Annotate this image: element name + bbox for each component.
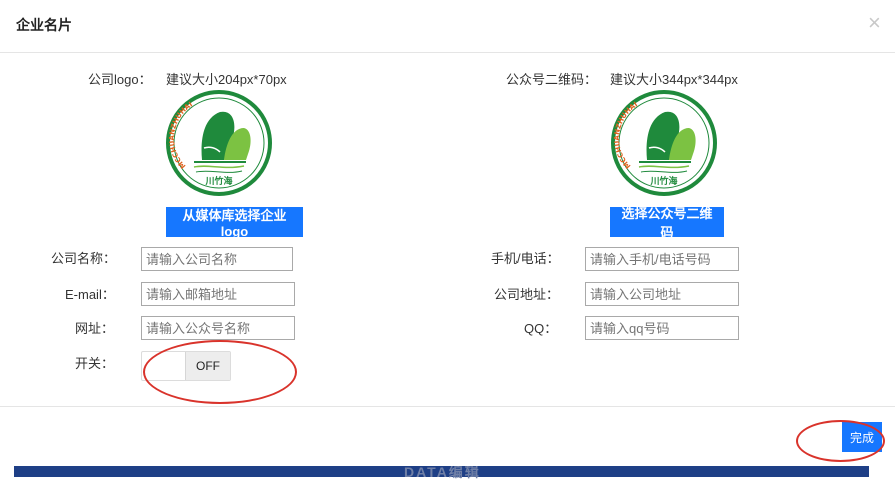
qr-code-image: MCCHUANZHUHAI 川竹海 <box>609 88 719 198</box>
website-label: 网址： <box>75 321 115 336</box>
website-input[interactable] <box>141 316 295 340</box>
email-input[interactable] <box>141 282 295 306</box>
done-button[interactable]: 完成 <box>842 422 882 452</box>
email-label: E-mail： <box>65 287 115 302</box>
company-name-label: 公司名称： <box>51 251 117 266</box>
qr-code-size-hint: 建议大小344px*344px <box>610 72 738 87</box>
switch-label: 开关： <box>75 356 115 371</box>
qr-emblem-icon: MCCHUANZHUHAI 川竹海 <box>611 90 717 196</box>
modal-title: 企业名片 <box>16 17 72 33</box>
close-icon[interactable]: × <box>868 12 881 34</box>
footer-divider <box>0 406 895 407</box>
address-label: 公司地址： <box>494 287 560 302</box>
phone-input[interactable] <box>585 247 739 271</box>
company-logo-size-hint: 建议大小204px*70px <box>166 72 287 87</box>
company-name-input[interactable] <box>141 247 293 271</box>
address-input[interactable] <box>585 282 739 306</box>
company-logo-label: 公司logo： <box>88 72 152 87</box>
qr-code-label: 公众号二维码： <box>506 72 598 87</box>
background-page-strip: DATA编辑 <box>14 464 869 480</box>
phone-label: 手机/电话： <box>491 251 560 266</box>
logo-caption: 川竹海 <box>204 175 232 187</box>
modal-header: 企业名片 × <box>0 0 895 53</box>
enable-toggle[interactable]: OFF <box>141 351 231 381</box>
qq-label: QQ： <box>524 321 558 336</box>
business-card-modal: 企业名片 × 公司logo： 建议大小204px*70px MCCHUANZHU… <box>0 0 895 466</box>
qr-caption: 川竹海 <box>649 175 677 187</box>
logo-emblem-icon: MCCHUANZHUHAI 川竹海 <box>166 90 272 196</box>
select-logo-button[interactable]: 从媒体库选择企业logo <box>166 207 303 239</box>
company-logo-image: MCCHUANZHUHAI 川竹海 <box>164 88 274 198</box>
qq-input[interactable] <box>585 316 739 340</box>
toggle-state-knob: OFF <box>185 352 230 380</box>
select-qr-code-button[interactable]: 选择公众号二维码 <box>610 206 724 240</box>
